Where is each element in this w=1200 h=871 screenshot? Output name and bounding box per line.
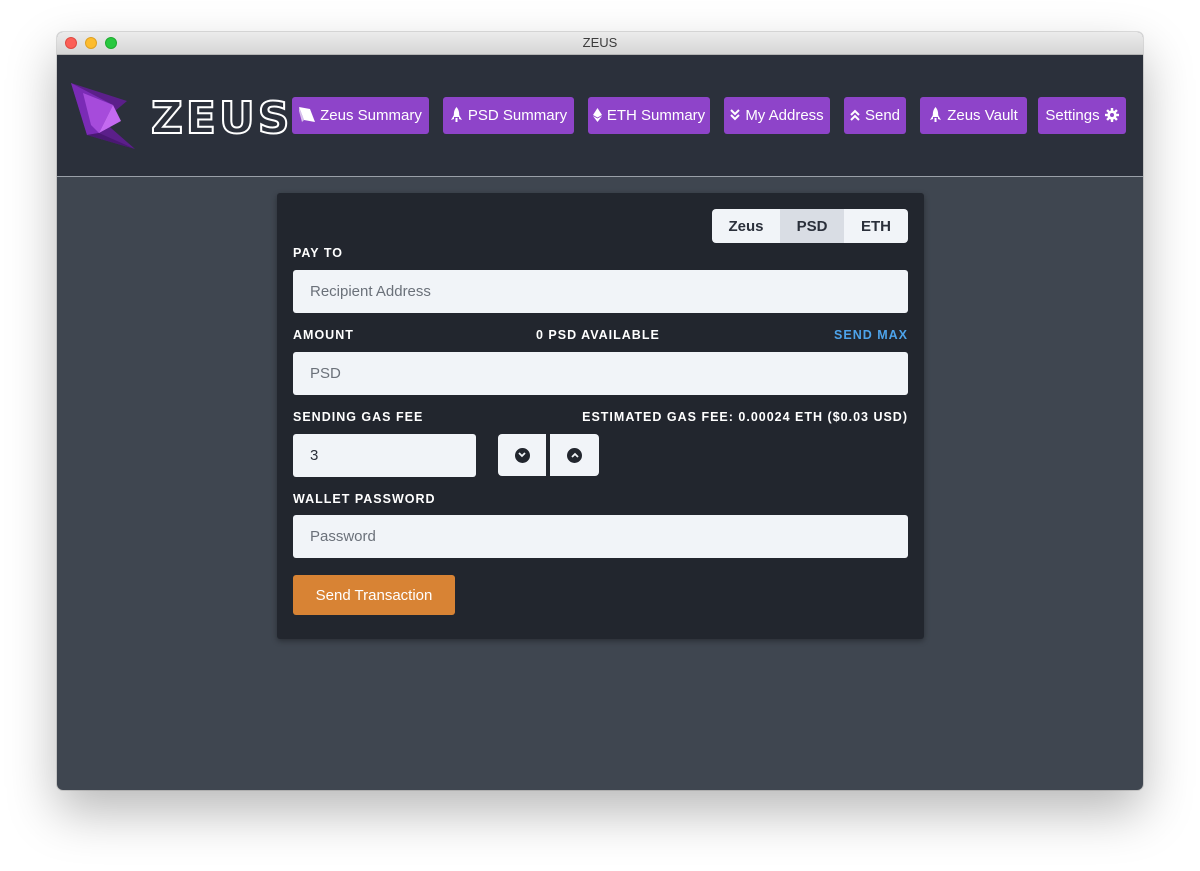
ethereum-icon (592, 107, 602, 124)
nav-label: PSD Summary (467, 107, 568, 124)
tab-psd[interactable]: PSD (780, 209, 844, 243)
app-header: ZEUS Zeus Summary PSD Summary ETH Summar… (57, 55, 1143, 177)
rocket-icon (450, 106, 463, 125)
nav-my-address[interactable]: My Address (724, 97, 830, 134)
nav-label: Zeus Vault (947, 107, 1018, 124)
rocket-icon (929, 106, 942, 125)
nav-label: Settings (1045, 107, 1100, 124)
nav-send[interactable]: Send (844, 97, 906, 134)
nav-label: Zeus Summary (320, 107, 422, 124)
available-balance: 0 PSD AVAILABLE (536, 328, 660, 342)
pay-to-label: PAY TO (293, 246, 344, 260)
nav-settings[interactable]: Settings (1038, 97, 1126, 134)
tab-eth[interactable]: ETH (844, 209, 908, 243)
double-chevron-up-icon (850, 109, 860, 123)
double-chevron-down-icon (730, 108, 741, 123)
gear-icon (1104, 107, 1119, 124)
tab-zeus[interactable]: Zeus (712, 209, 780, 243)
window-title: ZEUS (582, 35, 618, 50)
chevron-down-icon (514, 447, 530, 463)
currency-tabs: Zeus PSD ETH (712, 209, 908, 243)
eraser-icon (299, 107, 316, 124)
send-transaction-button[interactable]: Send Transaction (293, 575, 455, 615)
main-content: Zeus PSD ETH PAY TO AMOUNT 0 PSD AVAILAB… (57, 177, 1143, 790)
nav-zeus-vault[interactable]: Zeus Vault (920, 97, 1027, 134)
nav-psd-summary[interactable]: PSD Summary (443, 97, 574, 134)
nav-label: ETH Summary (606, 107, 706, 124)
send-form-card: Zeus PSD ETH PAY TO AMOUNT 0 PSD AVAILAB… (277, 193, 924, 639)
gas-increase-button[interactable] (550, 434, 599, 476)
gas-fee-label: SENDING GAS FEE (293, 410, 424, 424)
password-input[interactable] (293, 515, 908, 558)
nav-eth-summary[interactable]: ETH Summary (588, 97, 710, 134)
title-bar: ZEUS (57, 32, 1143, 55)
nav-zeus-summary[interactable]: Zeus Summary (292, 97, 429, 134)
send-max-link[interactable]: SEND MAX (834, 328, 908, 342)
gas-decrease-button[interactable] (498, 434, 546, 476)
wallet-password-label: WALLET PASSWORD (293, 492, 436, 506)
nav-label: My Address (745, 107, 824, 124)
estimated-gas-fee: ESTIMATED GAS FEE: 0.00024 ETH ($0.03 US… (582, 410, 908, 424)
zeus-logo-icon (71, 83, 135, 149)
gas-fee-input[interactable] (293, 434, 476, 477)
app-window: ZEUS ZEUS Zeus Summary PSD Summary ETH S… (57, 32, 1143, 790)
chevron-up-icon (567, 447, 582, 463)
amount-input[interactable] (293, 352, 908, 395)
zeus-logo[interactable]: ZEUS (69, 83, 290, 149)
recipient-address-input[interactable] (293, 270, 908, 313)
amount-label: AMOUNT (293, 328, 354, 342)
nav-label: Send (864, 107, 901, 124)
logo-wordmark: ZEUS (150, 92, 293, 145)
